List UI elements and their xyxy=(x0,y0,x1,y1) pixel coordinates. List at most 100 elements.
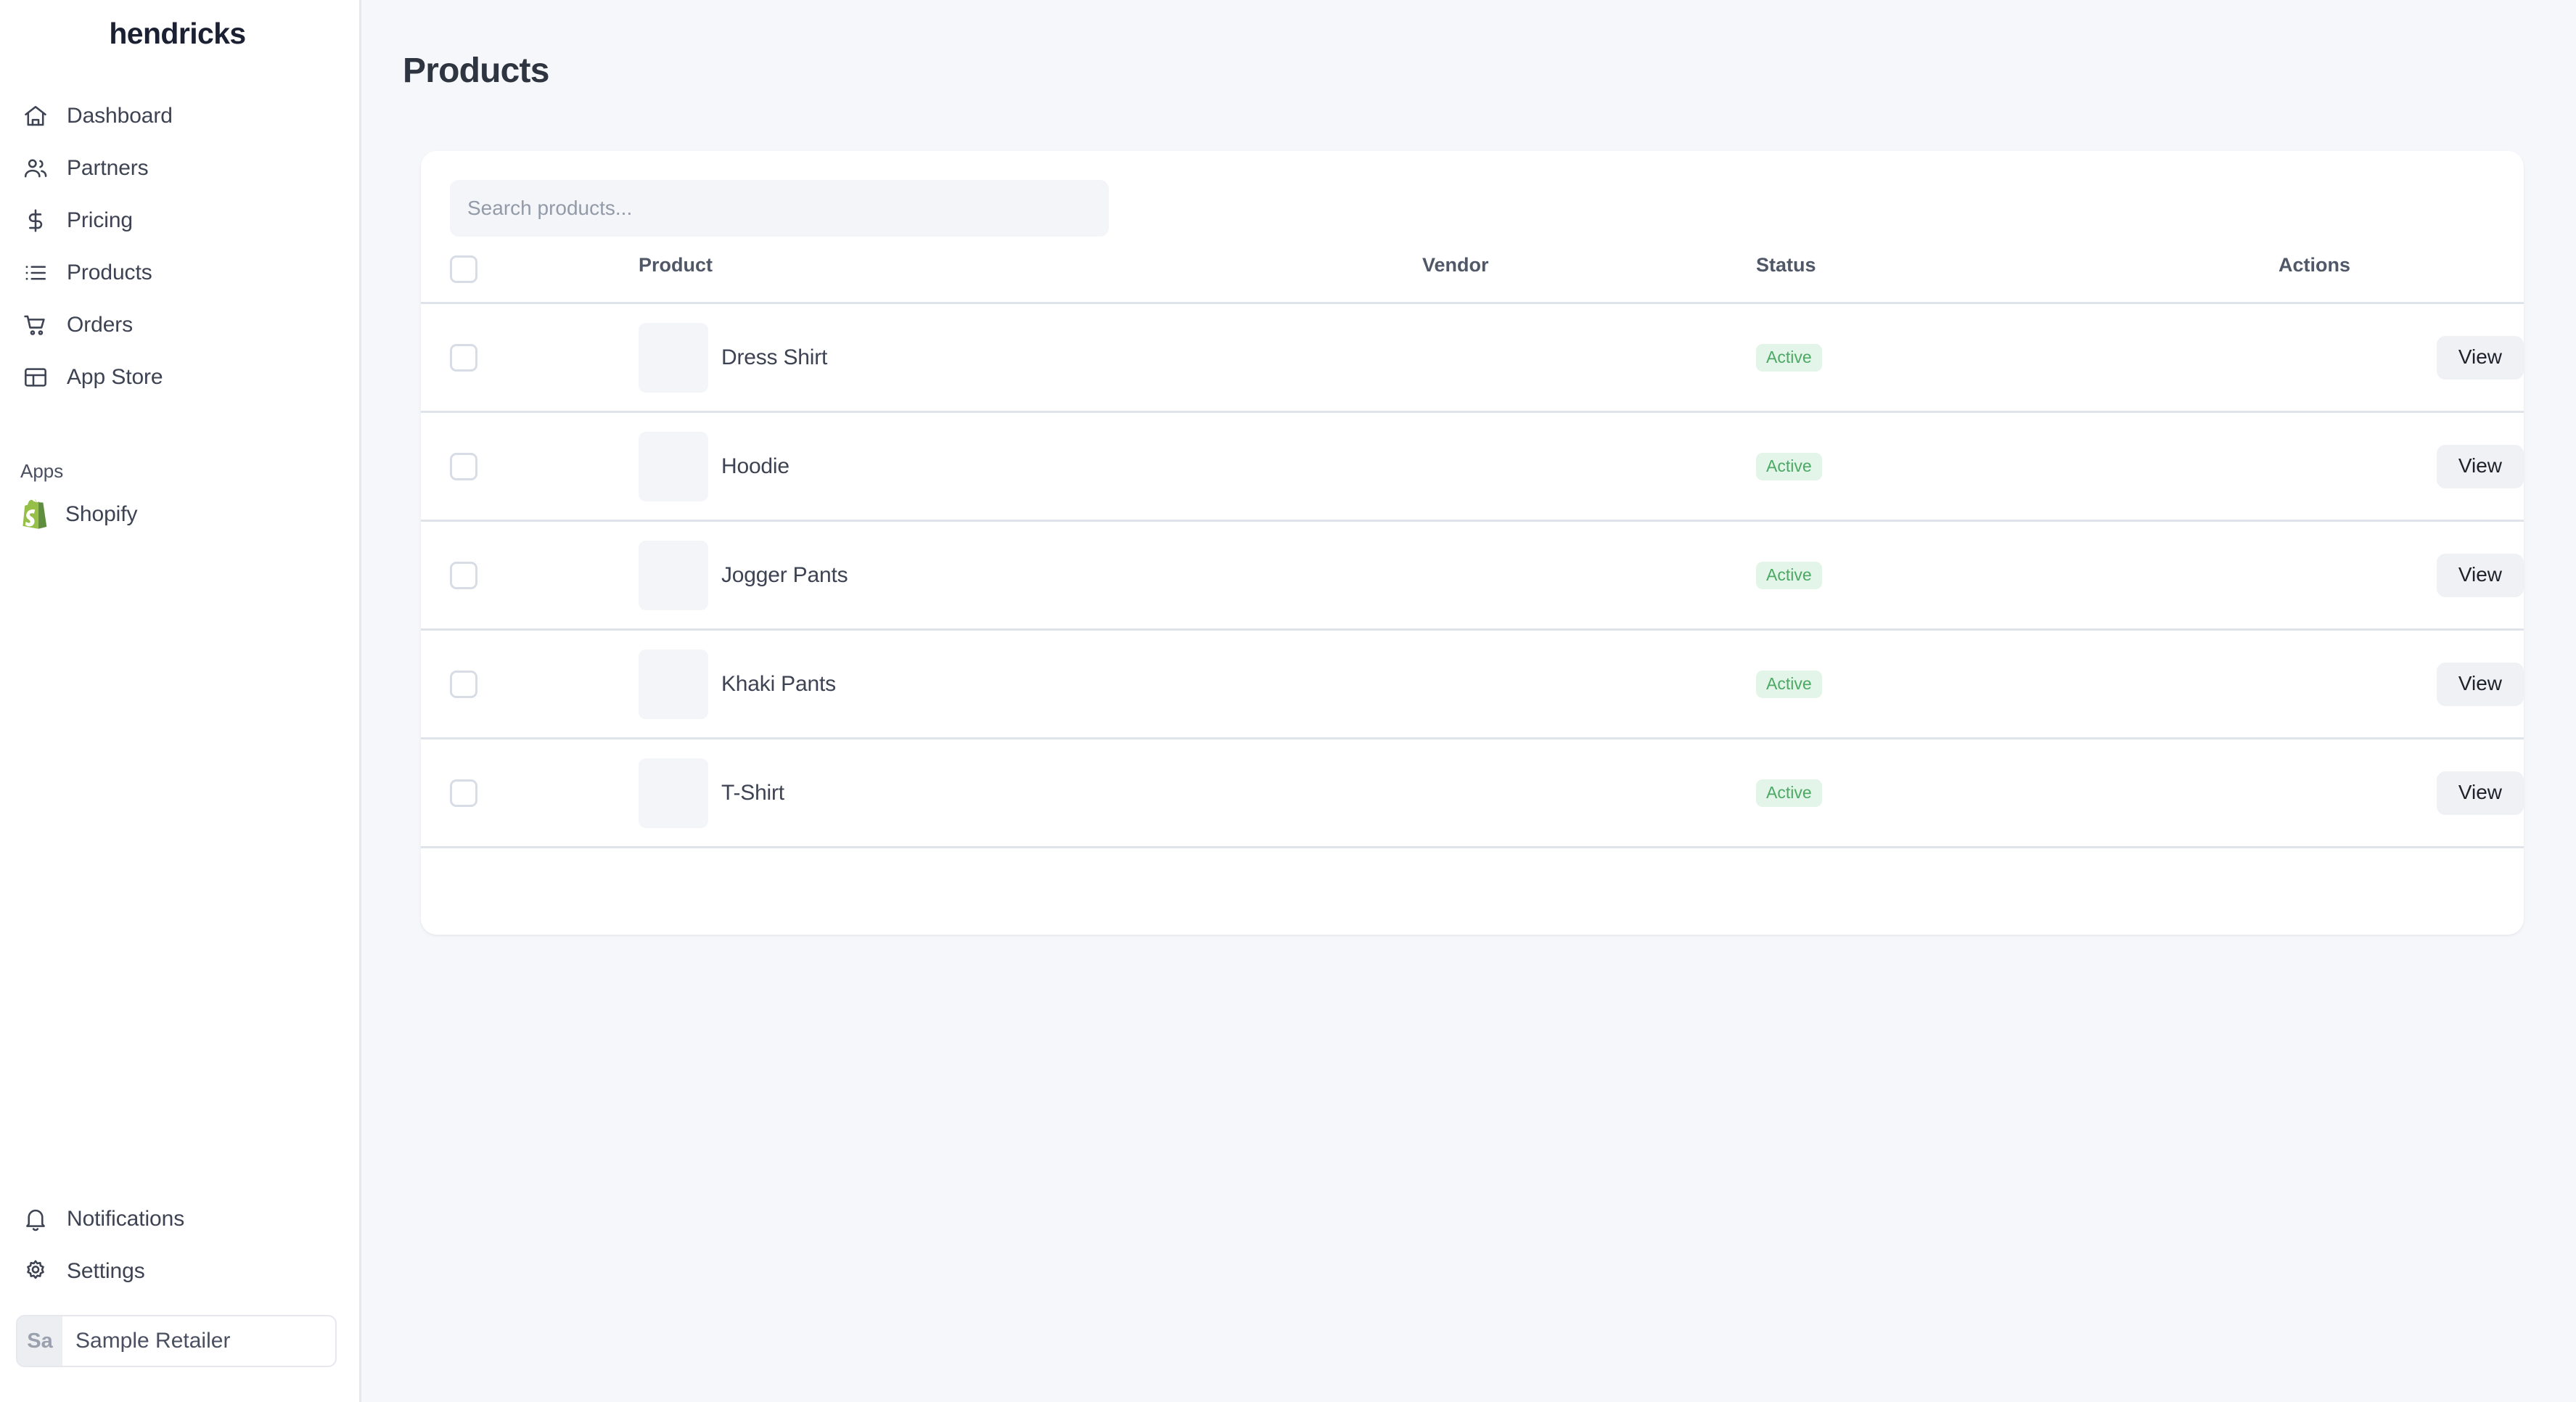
table-body: Dress Shirt Active View Hoodie Active Vi… xyxy=(421,303,2524,848)
actions-cell: View xyxy=(2278,520,2524,631)
sidebar-item-label: App Store xyxy=(67,365,163,389)
status-cell: Active xyxy=(1756,303,2278,413)
product-name: Khaki Pants xyxy=(721,671,836,696)
list-icon xyxy=(20,258,51,288)
vendor-cell xyxy=(1422,411,1756,522)
table-row: Jogger Pants Active View xyxy=(421,520,2524,631)
status-cell: Active xyxy=(1756,629,2278,739)
sidebar-item-notifications[interactable]: Notifications xyxy=(0,1193,357,1245)
actions-cell: View xyxy=(2278,303,2524,413)
column-header-status: Status xyxy=(1756,254,2278,304)
product-thumbnail xyxy=(639,431,708,501)
home-icon xyxy=(20,101,51,131)
primary-nav: Dashboard Partners Pricing Products Orde… xyxy=(0,90,359,403)
sidebar-item-label: Dashboard xyxy=(67,104,173,128)
select-all-header xyxy=(421,254,639,304)
vendor-cell xyxy=(1422,738,1756,848)
actions-cell: View xyxy=(2278,738,2524,848)
column-header-product: Product xyxy=(639,254,1422,304)
sidebar-footer: Notifications Settings Sa Sample Retaile… xyxy=(0,1193,357,1402)
product-cell: Dress Shirt xyxy=(639,303,1422,413)
sidebar-item-label: Settings xyxy=(67,1259,145,1283)
row-checkbox[interactable] xyxy=(450,452,477,480)
search-bar xyxy=(421,151,2524,237)
sidebar-item-pricing[interactable]: Pricing xyxy=(0,194,359,247)
product-thumbnail xyxy=(639,649,708,719)
table-row: Dress Shirt Active View xyxy=(421,303,2524,413)
row-select-cell xyxy=(421,520,639,631)
sidebar-item-dashboard[interactable]: Dashboard xyxy=(0,90,359,142)
dollar-icon xyxy=(20,205,51,236)
sidebar-item-shopify[interactable]: Shopify xyxy=(0,488,359,541)
row-select-cell xyxy=(421,411,639,522)
sidebar-item-label: Shopify xyxy=(65,502,138,526)
table-header: Product Vendor Status Actions xyxy=(421,254,2524,304)
status-badge: Active xyxy=(1756,561,1822,589)
select-all-checkbox[interactable] xyxy=(450,255,477,283)
status-badge: Active xyxy=(1756,452,1822,480)
sidebar-item-label: Partners xyxy=(67,156,149,180)
view-button[interactable]: View xyxy=(2436,771,2524,815)
status-cell: Active xyxy=(1756,738,2278,848)
vendor-cell xyxy=(1422,629,1756,739)
products-card: Product Vendor Status Actions xyxy=(421,151,2524,935)
view-button[interactable]: View xyxy=(2436,662,2524,706)
brand-logo: hendricks xyxy=(109,17,246,50)
product-cell: Hoodie xyxy=(639,411,1422,522)
column-header-actions: Actions xyxy=(2278,254,2524,304)
actions-cell: View xyxy=(2278,629,2524,739)
product-cell: Jogger Pants xyxy=(639,520,1422,631)
sidebar-item-app-store[interactable]: App Store xyxy=(0,351,359,403)
search-input[interactable] xyxy=(450,180,1109,237)
products-table: Product Vendor Status Actions Dress Shir… xyxy=(421,254,2524,848)
table-header-row: Product Vendor Status Actions xyxy=(421,254,2524,304)
vendor-cell xyxy=(1422,520,1756,631)
row-select-cell xyxy=(421,303,639,413)
row-checkbox[interactable] xyxy=(450,670,477,698)
row-checkbox[interactable] xyxy=(450,343,477,372)
cart-icon xyxy=(20,310,51,340)
view-button[interactable]: View xyxy=(2436,444,2524,488)
main-content: Products Product Vendor Status xyxy=(361,0,2576,1402)
sidebar-item-label: Notifications xyxy=(67,1207,185,1231)
sidebar-item-label: Pricing xyxy=(67,208,133,232)
retailer-switcher[interactable]: Sa Sample Retailer xyxy=(16,1315,337,1367)
app-root: hendricks Dashboard Partners Pricing Pro… xyxy=(0,0,2576,1402)
row-select-cell xyxy=(421,629,639,739)
sidebar-item-label: Products xyxy=(67,261,152,284)
sidebar-item-partners[interactable]: Partners xyxy=(0,142,359,194)
users-icon xyxy=(20,153,51,184)
actions-cell: View xyxy=(2278,411,2524,522)
sidebar-item-products[interactable]: Products xyxy=(0,247,359,299)
status-badge: Active xyxy=(1756,670,1822,698)
product-cell: T-Shirt xyxy=(639,738,1422,848)
status-cell: Active xyxy=(1756,411,2278,522)
avatar: Sa xyxy=(17,1316,62,1366)
sidebar-item-orders[interactable]: Orders xyxy=(0,299,359,351)
column-header-vendor: Vendor xyxy=(1422,254,1756,304)
status-cell: Active xyxy=(1756,520,2278,631)
sidebar-item-settings[interactable]: Settings xyxy=(0,1245,357,1298)
sidebar-item-label: Orders xyxy=(67,313,134,337)
table-row: Hoodie Active View xyxy=(421,411,2524,522)
view-button[interactable]: View xyxy=(2436,335,2524,380)
product-name: T-Shirt xyxy=(721,780,784,805)
bell-icon xyxy=(20,1204,51,1234)
view-button[interactable]: View xyxy=(2436,553,2524,597)
product-name: Jogger Pants xyxy=(721,562,848,587)
status-badge: Active xyxy=(1756,779,1822,807)
row-checkbox[interactable] xyxy=(450,779,477,807)
table-row: Khaki Pants Active View xyxy=(421,629,2524,739)
layout-icon xyxy=(20,362,51,393)
row-select-cell xyxy=(421,738,639,848)
page-title: Products xyxy=(403,52,549,90)
product-name: Dress Shirt xyxy=(721,345,828,369)
table-row: T-Shirt Active View xyxy=(421,738,2524,848)
product-thumbnail xyxy=(639,540,708,610)
product-thumbnail xyxy=(639,758,708,828)
vendor-cell xyxy=(1422,303,1756,413)
gear-icon xyxy=(20,1256,51,1287)
product-name: Hoodie xyxy=(721,454,789,478)
row-checkbox[interactable] xyxy=(450,561,477,589)
retailer-name: Sample Retailer xyxy=(75,1329,231,1353)
